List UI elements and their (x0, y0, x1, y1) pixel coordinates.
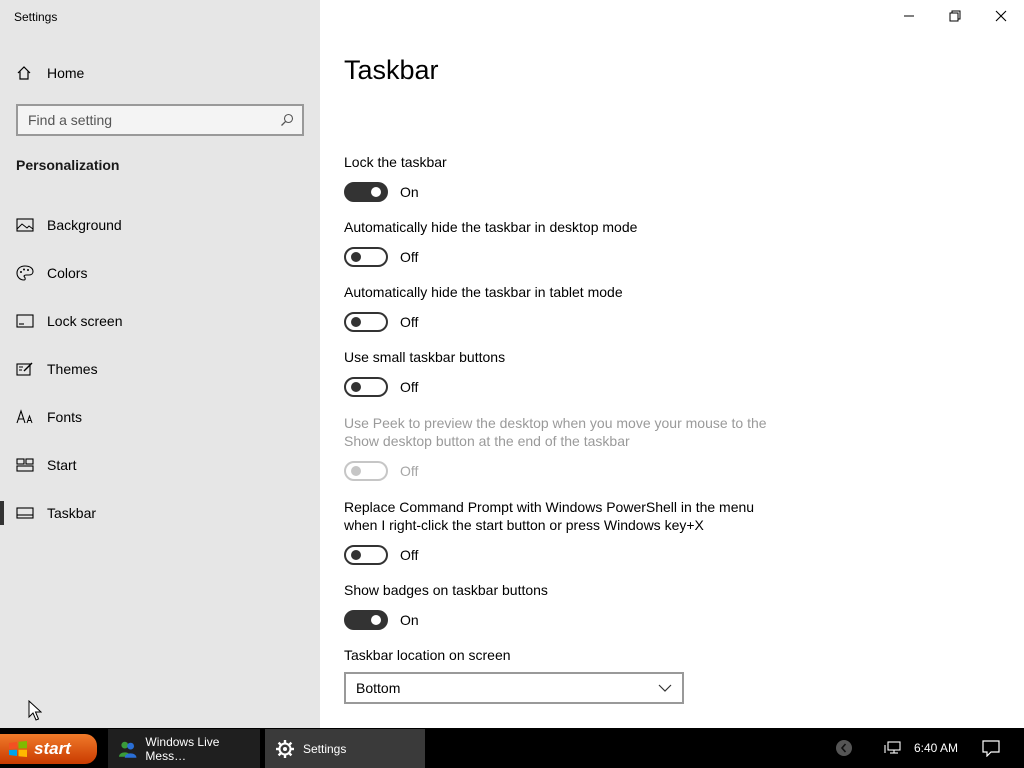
sidebar-item-themes[interactable]: Themes (0, 349, 320, 389)
show-hidden-icons-chevron-icon[interactable] (835, 739, 853, 757)
taskbar-item-label: Windows Live Mess… (145, 734, 220, 763)
palette-icon (16, 265, 34, 281)
small-buttons-label: Use small taskbar buttons (344, 349, 506, 365)
sidebar-item-label: Background (47, 217, 122, 233)
home-label: Home (47, 65, 85, 81)
sidebar-item-label: Lock screen (47, 313, 123, 329)
windows-flag-icon (9, 741, 27, 757)
window-controls (886, 0, 1024, 32)
image-icon (16, 218, 34, 232)
fonts-icon (16, 409, 33, 424)
start-button[interactable]: start (0, 734, 97, 764)
sidebar-item-start[interactable]: Start (0, 445, 320, 485)
messenger-icon (118, 741, 137, 758)
location-label: Taskbar location on screen (344, 647, 511, 663)
home-icon (17, 66, 31, 80)
sidebar-item-fonts[interactable]: Fonts (0, 397, 320, 437)
peek-label: Use Peek to preview the desktop when you… (344, 415, 767, 449)
badges-toggle[interactable] (344, 610, 388, 630)
app-title: Settings (14, 10, 58, 24)
chevron-down-icon (658, 684, 672, 692)
section-title: Personalization (16, 157, 120, 173)
mouse-cursor-icon (28, 700, 42, 721)
sidebar-item-label: Themes (47, 361, 98, 377)
themes-icon (16, 362, 33, 376)
start-label: start (34, 739, 71, 758)
restore-icon (949, 10, 961, 22)
badges-label: Show badges on taskbar buttons (344, 582, 548, 598)
select-value: Bottom (356, 680, 401, 696)
page-title: Taskbar (344, 55, 439, 85)
toggle-state-text: Off (400, 547, 419, 563)
taskbar-item-label: Settings (303, 741, 347, 756)
autohide-tablet-setting: Off (344, 312, 418, 332)
lock-taskbar-toggle[interactable] (344, 182, 388, 202)
sidebar-item-label: Taskbar (47, 505, 97, 521)
close-icon (995, 10, 1007, 22)
search-box[interactable] (16, 104, 304, 136)
action-center-icon[interactable] (982, 740, 1000, 757)
badges-setting: On (344, 610, 419, 630)
sidebar-item-label: Colors (47, 265, 88, 281)
peek-toggle (344, 461, 388, 481)
sidebar-item-background[interactable]: Background (0, 205, 320, 245)
taskbar-item-messenger[interactable]: Windows Live Mess… (108, 729, 260, 768)
small-buttons-toggle[interactable] (344, 377, 388, 397)
powershell-toggle[interactable] (344, 545, 388, 565)
start-icon (16, 458, 34, 472)
toggle-state-text: Off (400, 463, 419, 479)
autohide-desktop-toggle[interactable] (344, 247, 388, 267)
peek-setting: Off (344, 461, 418, 481)
powershell-label: Replace Command Prompt with Windows Powe… (344, 499, 755, 533)
sidebar-item-label: Fonts (47, 409, 83, 425)
lock-screen-icon (16, 314, 34, 328)
minimize-icon (904, 15, 914, 17)
autohide-desktop-label: Automatically hide the taskbar in deskto… (344, 219, 638, 235)
sidebar: Settings Home Personalization Background… (0, 0, 320, 728)
sidebar-item-label: Start (47, 457, 77, 473)
lock-taskbar-label: Lock the taskbar (344, 154, 447, 170)
lock-taskbar-setting: On (344, 182, 419, 202)
toggle-state-text: On (400, 184, 419, 200)
toggle-state-text: Off (400, 314, 419, 330)
small-buttons-setting: Off (344, 377, 418, 397)
autohide-desktop-setting: Off (344, 247, 418, 267)
toggle-state-text: On (400, 612, 419, 628)
home-nav-item[interactable]: Home (16, 62, 84, 84)
taskbar-location-select[interactable]: Bottom (344, 672, 684, 704)
taskbar-clock[interactable]: 6:40 AM (914, 741, 958, 755)
restore-button[interactable] (932, 0, 978, 32)
minimize-button[interactable] (886, 0, 932, 32)
autohide-tablet-label: Automatically hide the taskbar in tablet… (344, 284, 623, 300)
search-input[interactable] (28, 112, 280, 128)
toggle-state-text: Off (400, 379, 419, 395)
taskbar-icon (16, 507, 34, 519)
taskbar-item-settings[interactable]: Settings (265, 729, 425, 768)
search-icon[interactable] (280, 113, 294, 127)
network-icon[interactable] (884, 740, 902, 756)
sidebar-item-colors[interactable]: Colors (0, 253, 320, 293)
sidebar-item-lock-screen[interactable]: Lock screen (0, 301, 320, 341)
gear-icon (276, 739, 294, 758)
sidebar-item-taskbar[interactable]: Taskbar (0, 493, 320, 533)
close-button[interactable] (978, 0, 1024, 32)
toggle-state-text: Off (400, 249, 419, 265)
autohide-tablet-toggle[interactable] (344, 312, 388, 332)
powershell-setting: Off (344, 545, 418, 565)
